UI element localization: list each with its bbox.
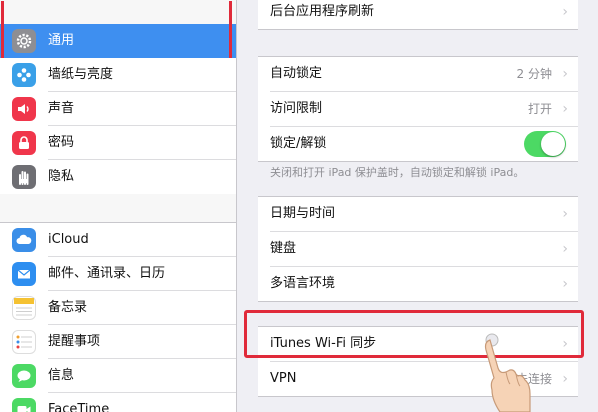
chevron-right-icon: › [562,66,568,82]
keyboard-row[interactable]: 键盘 › [270,232,578,267]
split-divider [236,0,237,412]
group-refresh: 后台应用程序刷新 › [258,0,578,30]
language-row[interactable]: 多语言环境 › [270,267,578,301]
messages-icon [12,364,36,388]
sidebar-item-mail[interactable]: 邮件、通讯录、日历 [0,257,236,291]
row-label: VPN [270,371,297,386]
sidebar-item-reminders[interactable]: 提醒事项 [0,325,236,359]
sidebar-item-label: 备忘录 [48,300,88,315]
cloud-icon [12,228,36,252]
sidebar-item-messages[interactable]: 信息 [0,359,236,393]
flower-icon [12,63,36,87]
auto-lock-row[interactable]: 自动锁定 2 分钟 › [270,57,578,92]
selection-highlight-frame [1,1,232,65]
sidebar-item-label: iCloud [48,232,89,247]
chevron-right-icon: › [562,276,568,292]
sidebar-item-notes[interactable]: 备忘录 [0,291,236,325]
sidebar-item-label: 墙纸与亮度 [48,67,114,82]
pointing-hand-icon [470,328,540,412]
restrictions-row[interactable]: 访问限制 打开 › [270,92,578,127]
chevron-right-icon: › [562,371,568,387]
sidebar-item-label: 密码 [48,135,75,150]
facetime-icon [12,398,36,412]
sidebar-item-label: 邮件、通讯录、日历 [48,266,166,281]
date-time-row[interactable]: 日期与时间 › [270,197,578,232]
row-value: 2 分钟 [516,67,552,81]
chevron-right-icon: › [562,101,568,117]
chevron-right-icon: › [562,206,568,222]
background-refresh-row[interactable]: 后台应用程序刷新 › [270,0,578,29]
speaker-icon [12,97,36,121]
lock-unlock-row: 锁定/解锁 [270,127,578,161]
row-label: 日期与时间 [270,206,336,221]
sidebar-item-privacy[interactable]: 隐私 [0,160,236,194]
row-label: 锁定/解锁 [270,136,327,151]
group-datetime: 日期与时间 › 键盘 › 多语言环境 › [258,196,578,302]
sidebar-item-icloud[interactable]: iCloud [0,222,236,257]
sidebar-item-passcode[interactable]: 密码 [0,126,236,160]
sidebar-item-label: FaceTime [48,402,110,412]
hand-icon [12,165,36,189]
sidebar-item-label: 声音 [48,101,75,116]
toggle-knob [541,132,565,156]
row-label: 访问限制 [270,101,323,116]
sidebar-item-facetime[interactable]: FaceTime [0,393,236,412]
row-label: 键盘 [270,241,297,256]
sidebar-item-label: 提醒事项 [48,334,101,349]
sidebar: 通用 墙纸与亮度 声音 密码 隐私 iCloud 邮件、通讯录、日历 备忘录 提… [0,0,236,412]
row-label: 后台应用程序刷新 [270,4,375,19]
chevron-right-icon: › [562,241,568,257]
row-value: 打开 [527,102,552,116]
lock-icon [12,131,36,155]
notes-icon [12,296,36,320]
group-lock: 自动锁定 2 分钟 › 访问限制 打开 › 锁定/解锁 [258,56,578,162]
sidebar-item-sounds[interactable]: 声音 [0,92,236,126]
lock-unlock-toggle[interactable] [524,131,566,157]
row-label: 多语言环境 [270,276,336,291]
sidebar-item-wallpaper[interactable]: 墙纸与亮度 [0,58,236,92]
sidebar-item-label: 信息 [48,368,75,383]
row-label: 自动锁定 [270,66,323,81]
chevron-right-icon: › [562,4,568,20]
sidebar-item-label: 隐私 [48,169,75,184]
mail-icon [12,262,36,286]
reminders-icon [12,330,36,354]
lock-note: 关闭和打开 iPad 保护盖时，自动锁定和解锁 iPad。 [270,166,525,179]
